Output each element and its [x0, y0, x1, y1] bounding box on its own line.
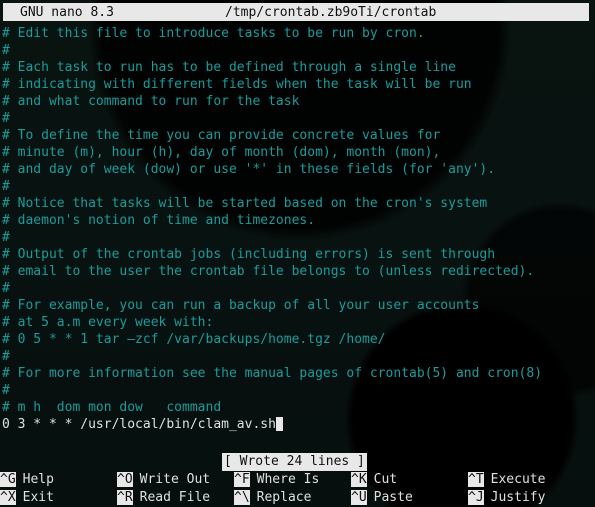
editor-line-text: # Notice that tasks will be started base…	[2, 196, 488, 211]
shortcut-label-write-out: Write Out	[139, 472, 211, 487]
editor-line[interactable]: #	[2, 280, 593, 297]
shortcut-key-cut: ^K	[351, 472, 367, 487]
shortcut-key-exit: ^X	[0, 490, 16, 505]
editor-line-text: # Output of the crontab jobs (including …	[2, 247, 496, 262]
editor-line[interactable]: # and day of week (dow) or use '*' in th…	[2, 161, 593, 178]
editor-line[interactable]: # 0 5 * * 1 tar –zcf /var/backups/home.t…	[2, 331, 593, 348]
shortcut-execute[interactable]: ^T Execute	[468, 471, 545, 489]
editor-line-text: # and day of week (dow) or use '*' in th…	[2, 162, 496, 177]
editor-text-area[interactable]: # Edit this file to introduce tasks to b…	[2, 25, 593, 433]
shortcut-justify[interactable]: ^J Justify	[468, 489, 545, 507]
shortcut-label-justify: Justify	[490, 490, 546, 505]
editor-line[interactable]: # minute (m), hour (h), day of month (do…	[2, 144, 593, 161]
editor-line[interactable]: #	[2, 42, 593, 59]
status-message: [ Wrote 24 lines ]	[222, 453, 367, 471]
editor-line[interactable]: # To define the time you can provide con…	[2, 127, 593, 144]
shortcut-where-is[interactable]: ^F Where Is	[234, 471, 319, 489]
editor-line-text: #	[2, 111, 10, 126]
shortcut-row-1: ^G Help ^O Write Out ^F Where Is ^K Cut ^T Execut…	[0, 471, 595, 489]
editor-line[interactable]: #	[2, 178, 593, 195]
editor-line[interactable]: # m h dom mon dow command	[2, 399, 593, 416]
editor-line[interactable]: # For example, you can run a backup of a…	[2, 297, 593, 314]
nano-terminal-window: GNU nano 8.3 /tmp/crontab.zb9oTi/crontab…	[0, 0, 595, 507]
editor-line[interactable]: # Notice that tasks will be started base…	[2, 195, 593, 212]
editor-line-text: # For more information see the manual pa…	[2, 366, 543, 381]
editor-line-text: # and what command to run for the task	[2, 94, 300, 109]
editor-line[interactable]: # and what command to run for the task	[2, 93, 593, 110]
editor-line-text: # Each task to run has to be defined thr…	[2, 60, 456, 75]
open-file-path: /tmp/crontab.zb9oTi/crontab	[225, 4, 437, 20]
shortcut-key-help: ^G	[0, 472, 16, 487]
editor-line[interactable]: # For more information see the manual pa…	[2, 365, 593, 382]
editor-line[interactable]: # at 5 a.m every week with:	[2, 314, 593, 331]
editor-line[interactable]: # email to the user the crontab file bel…	[2, 263, 593, 280]
editor-line-text: #	[2, 281, 10, 296]
editor-line[interactable]: #	[2, 382, 593, 399]
editor-line[interactable]: #	[2, 229, 593, 246]
editor-line-text: # email to the user the crontab file bel…	[2, 264, 535, 279]
shortcut-label-read-file: Read File	[139, 490, 211, 505]
editor-line-text: # at 5 a.m every week with:	[2, 315, 214, 330]
shortcut-key-read-file: ^R	[117, 490, 133, 505]
shortcut-replace[interactable]: ^\ Replace	[234, 489, 311, 507]
editor-line-text: # Edit this file to introduce tasks to b…	[2, 26, 425, 41]
shortcut-key-replace: ^\	[234, 490, 250, 505]
editor-line-text: # To define the time you can provide con…	[2, 128, 441, 143]
editor-line-text: #	[2, 43, 10, 58]
shortcut-key-execute: ^T	[468, 472, 484, 487]
shortcut-help[interactable]: ^G Help	[0, 471, 54, 489]
editor-line[interactable]: #	[2, 110, 593, 127]
editor-line-text: #	[2, 383, 10, 398]
shortcut-help-bar: ^G Help ^O Write Out ^F Where Is ^K Cut ^T Execut…	[0, 471, 595, 507]
nano-version-label: GNU nano 8.3	[20, 4, 114, 20]
shortcut-label-cut: Cut	[373, 472, 398, 487]
editor-line[interactable]: # Edit this file to introduce tasks to b…	[2, 25, 593, 42]
editor-line-text: # For example, you can run a backup of a…	[2, 298, 480, 313]
editor-line-text: # indicating with different fields when …	[2, 77, 472, 92]
shortcut-exit[interactable]: ^X Exit	[0, 489, 54, 507]
shortcut-label-paste: Paste	[373, 490, 413, 505]
editor-line-text: # minute (m), hour (h), day of month (do…	[2, 145, 441, 160]
shortcut-label-replace: Replace	[256, 490, 312, 505]
nano-title-bar: GNU nano 8.3 /tmp/crontab.zb9oTi/crontab	[3, 3, 589, 21]
shortcut-key-justify: ^J	[468, 490, 484, 505]
editor-line[interactable]: 0 3 * * * /usr/local/bin/clam_av.sh	[2, 416, 593, 433]
editor-line-text: #	[2, 179, 10, 194]
shortcut-cut[interactable]: ^K Cut	[351, 471, 397, 489]
editor-line-text: # daemon's notion of time and timezones.	[2, 213, 316, 228]
editor-line[interactable]: # indicating with different fields when …	[2, 76, 593, 93]
shortcut-label-execute: Execute	[490, 472, 546, 487]
shortcut-key-paste: ^U	[351, 490, 367, 505]
editor-line[interactable]: # daemon's notion of time and timezones.	[2, 212, 593, 229]
editor-line[interactable]: #	[2, 348, 593, 365]
text-cursor	[275, 417, 283, 431]
editor-line-text: # m h dom mon dow command	[2, 400, 222, 415]
shortcut-key-write-out: ^O	[117, 472, 133, 487]
editor-line[interactable]: # Output of the crontab jobs (including …	[2, 246, 593, 263]
shortcut-paste[interactable]: ^U Paste	[351, 489, 413, 507]
shortcut-key-where-is: ^F	[234, 472, 250, 487]
shortcut-write-out[interactable]: ^O Write Out	[117, 471, 210, 489]
editor-line-text: # 0 5 * * 1 tar –zcf /var/backups/home.t…	[2, 332, 386, 347]
editor-line[interactable]: # Each task to run has to be defined thr…	[2, 59, 593, 76]
shortcut-label-where-is: Where Is	[256, 472, 320, 487]
shortcut-label-exit: Exit	[22, 490, 54, 505]
shortcut-row-2: ^X Exit ^R Read File ^\ Replace ^U Paste ^J Justi…	[0, 489, 595, 507]
editor-line-text: #	[2, 349, 10, 364]
editor-line-text: #	[2, 230, 10, 245]
shortcut-label-help: Help	[22, 472, 54, 487]
editor-line-text: 0 3 * * * /usr/local/bin/clam_av.sh	[2, 417, 276, 432]
shortcut-read-file[interactable]: ^R Read File	[117, 489, 210, 507]
